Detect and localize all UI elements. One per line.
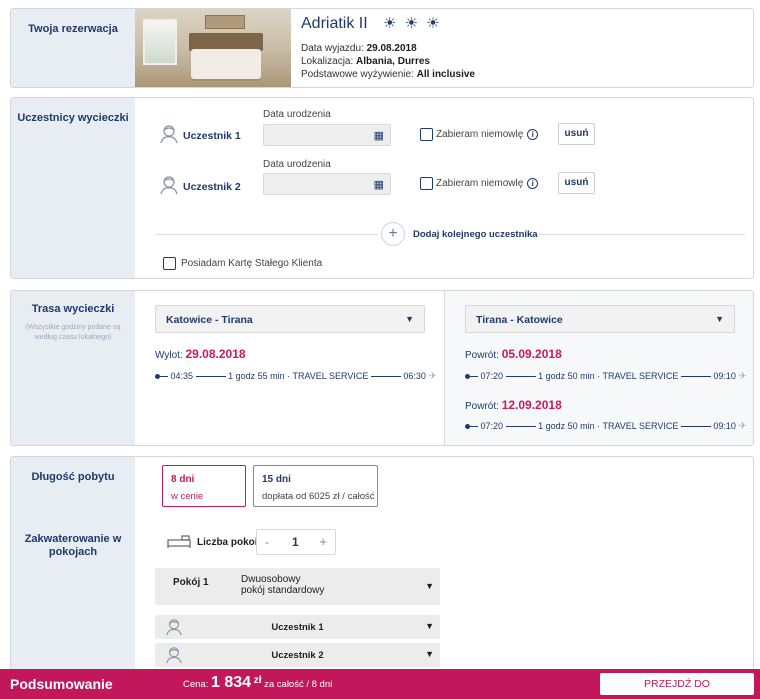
person-icon	[160, 176, 178, 195]
reservation-sidebar: Twoja rezerwacja	[11, 9, 135, 87]
departure-info: Data wyjazdu: 29.08.2018	[301, 43, 417, 54]
person-icon	[160, 125, 178, 144]
info-icon[interactable]: i	[527, 178, 539, 189]
dob-field[interactable]: ▦	[263, 124, 391, 146]
summary-bar: Podsumowanie Cena: 1 834 zł za całość / …	[0, 669, 760, 699]
calendar-icon[interactable]: ▦	[374, 129, 384, 142]
loyalty-card-checkbox[interactable]	[163, 257, 176, 270]
stay-sidebar: Długość pobytu Zakwaterowanie w pokojach	[11, 457, 135, 699]
chevron-down-icon: ▼	[405, 314, 414, 324]
dob-label: Data urodzenia	[263, 159, 331, 170]
dob-field[interactable]: ▦	[263, 173, 391, 195]
local-time-note: (Wszystkie godziny podane są według czas…	[25, 324, 121, 341]
reservation-title: Twoja rezerwacja	[28, 23, 118, 35]
participants-title: Uczestnicy wycieczki	[17, 112, 129, 124]
participant-name: Uczestnik 1	[183, 130, 241, 142]
stay-length-title: Długość pobytu	[31, 471, 115, 483]
route-sidebar: Trasa wycieczki (Wszystkie godziny podan…	[11, 291, 135, 445]
loyalty-card-label: Posiadam Kartę Stałego Klienta	[181, 258, 323, 269]
divider	[535, 234, 745, 235]
remove-participant-button[interactable]: usuń	[558, 123, 595, 145]
stay-option-8-days[interactable]: 8 dni w cenie	[162, 465, 246, 507]
route-title: Trasa wycieczki	[31, 303, 115, 315]
return-route-select[interactable]: Tirana - Katowice ▼	[465, 305, 735, 333]
rooms-stepper: - 1 +	[256, 529, 336, 555]
bed-icon	[167, 535, 191, 548]
go-to-summary-button[interactable]: PRZEJDŹ DO PODSUMOWANIA	[600, 673, 754, 695]
room-occupant-select[interactable]: Uczestnik 1 ▼	[155, 615, 440, 639]
return-flight: 07:20 1 godz 50 min · TRAVEL SERVICE 09:…	[465, 421, 747, 432]
hotel-photo	[135, 9, 291, 87]
location-info: Lokalizacja: Albania, Durres	[301, 56, 430, 67]
summary-title: Podsumowanie	[10, 676, 113, 692]
infant-label: Zabieram niemowlę i	[436, 129, 539, 140]
return-date-option[interactable]: Powrót: 12.09.2018	[465, 398, 562, 412]
infant-checkbox[interactable]	[420, 177, 433, 190]
chevron-down-icon: ▼	[425, 649, 434, 659]
participants-sidebar: Uczestnicy wycieczki	[11, 98, 135, 278]
return-date-option[interactable]: Powrót: 05.09.2018	[465, 347, 562, 361]
room-occupant-select[interactable]: Uczestnik 2 ▼	[155, 643, 440, 667]
remove-participant-button[interactable]: usuń	[558, 172, 595, 194]
outbound-date: Wylot: 29.08.2018	[155, 347, 246, 361]
add-participant-button[interactable]: Dodaj kolejnego uczestnika	[413, 229, 538, 240]
outbound-column: Katowice - Tirana ▼ Wylot: 29.08.2018 04…	[135, 291, 444, 445]
route-card: Trasa wycieczki (Wszystkie godziny podan…	[10, 290, 754, 446]
price-summary: Cena: 1 834 zł za całość / 8 dni	[183, 674, 333, 691]
reservation-card: Twoja rezerwacja Adriatik II ☀ ☀ ☀ Data …	[10, 8, 754, 88]
room-type-select[interactable]: Pokój 1 Dwuosobowy pokój standardowy ▼	[155, 568, 440, 605]
total-price: 1 834	[211, 674, 252, 691]
return-flight: 07:20 1 godz 50 min · TRAVEL SERVICE 09:…	[465, 371, 747, 382]
return-column: Tirana - Katowice ▼ Powrót: 05.09.2018 0…	[444, 291, 753, 445]
plane-icon: ✈	[738, 421, 747, 433]
stay-option-15-days[interactable]: 15 dni dopłata od 6025 zł / całość	[253, 465, 378, 507]
plane-icon: ✈	[738, 371, 747, 383]
room-type-text: Dwuosobowy pokój standardowy	[241, 574, 325, 596]
rooms-count-value: 1	[292, 535, 299, 549]
chevron-down-icon: ▼	[715, 314, 724, 324]
infant-checkbox[interactable]	[420, 128, 433, 141]
plane-icon: ✈	[428, 371, 437, 383]
outbound-route-select[interactable]: Katowice - Tirana ▼	[155, 305, 425, 333]
accommodation-title: Zakwaterowanie w pokojach	[24, 533, 122, 558]
rooms-count-label: Liczba pokoi	[197, 537, 258, 548]
increment-button[interactable]: +	[319, 534, 327, 549]
divider	[156, 234, 378, 235]
dob-label: Data urodzenia	[263, 109, 331, 120]
calendar-icon[interactable]: ▦	[374, 178, 384, 191]
chevron-down-icon: ▼	[425, 581, 434, 591]
board-info: Podstawowe wyżywienie: All inclusive	[301, 69, 475, 80]
chevron-down-icon: ▼	[425, 621, 434, 631]
sun-rating-icon: ☀ ☀ ☀	[383, 15, 442, 32]
participants-card: Uczestnicy wycieczki Uczestnik 1 Data ur…	[10, 97, 754, 279]
hotel-name: Adriatik II	[301, 15, 368, 32]
plus-icon[interactable]: +	[381, 222, 405, 246]
infant-label: Zabieram niemowlę i	[436, 178, 539, 189]
decrement-button[interactable]: -	[265, 535, 269, 549]
info-icon[interactable]: i	[527, 129, 539, 140]
outbound-flight: 04:35 1 godz 55 min · TRAVEL SERVICE 06:…	[155, 371, 437, 382]
stay-card: Długość pobytu Zakwaterowanie w pokojach…	[10, 456, 754, 699]
participant-name: Uczestnik 2	[183, 181, 241, 193]
